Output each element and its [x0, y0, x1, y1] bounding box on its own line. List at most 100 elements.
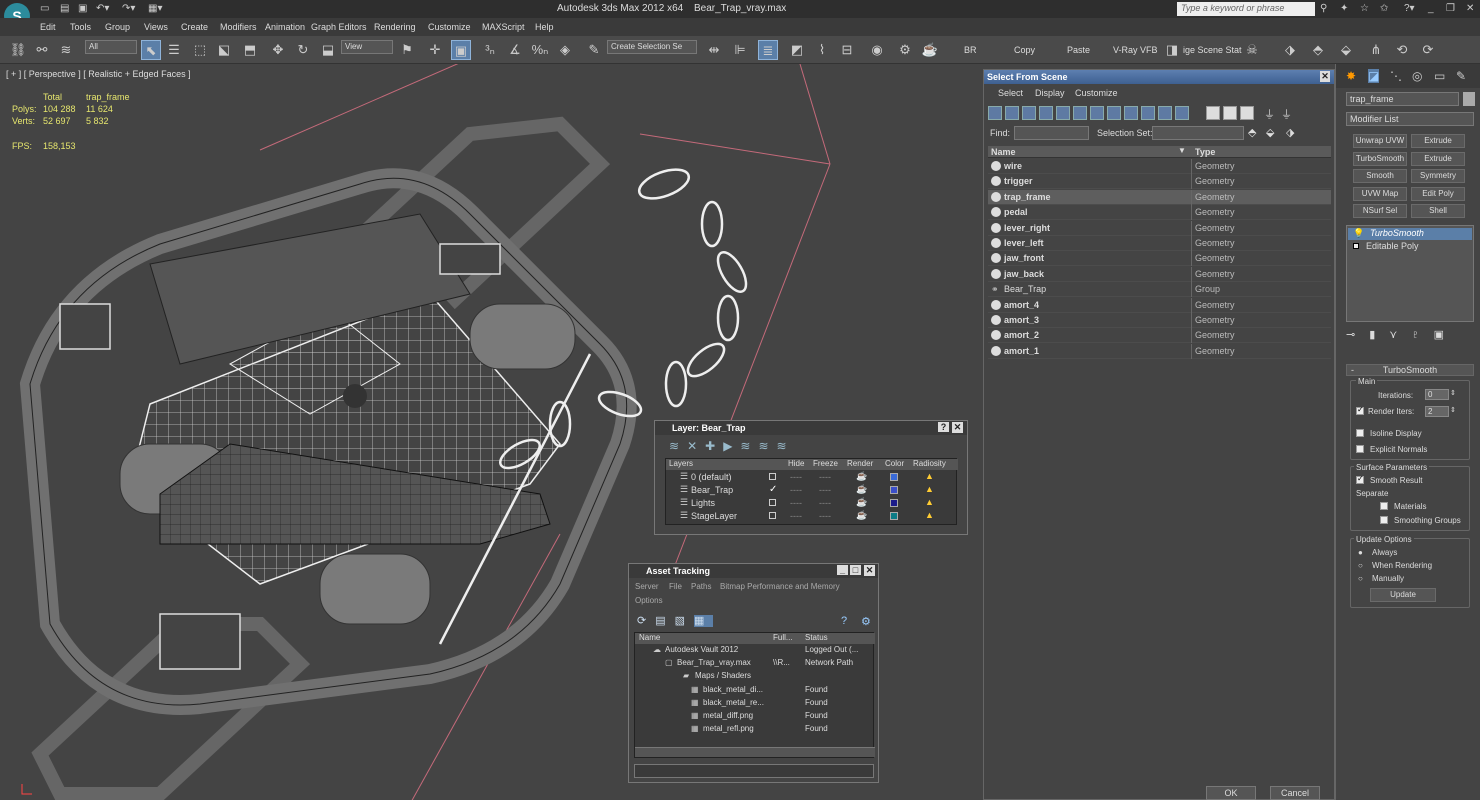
viewport-label[interactable]: [ + ] [ Perspective ] [ Realistic + Edge…	[6, 69, 191, 79]
modifier-button-symmetry[interactable]: Symmetry	[1411, 169, 1465, 183]
freeze-toggle[interactable]: ----	[819, 472, 831, 482]
layer-dialog[interactable]: Layer: Bear_Trap ? ✕ ≋✕✚▶≋≋≋ Layers Hide…	[654, 420, 968, 535]
bind-spacewarp-icon[interactable]: ≋	[56, 40, 76, 60]
sfs-row-trigger[interactable]: trigger Geometry	[988, 174, 1331, 190]
layer-select-icon[interactable]: ≋	[669, 439, 687, 453]
delete-layer-icon[interactable]: ✕	[687, 439, 705, 453]
scene-state-icon[interactable]: ◨	[1162, 40, 1182, 60]
settings-icon[interactable]: ⚙	[861, 615, 871, 628]
select-objects-icon[interactable]: ▶	[723, 439, 740, 453]
sfs-titlebar[interactable]: Select From Scene ✕	[984, 70, 1334, 84]
sfs-row-pedal[interactable]: pedal Geometry	[988, 205, 1331, 221]
asset-menu-bitmap[interactable]: Bitmap Performance and Memory	[720, 582, 840, 591]
move-icon[interactable]: ✥	[268, 40, 288, 60]
asset-menu-paths[interactable]: Paths	[691, 582, 711, 591]
asset-name[interactable]: Bear_Trap_vray.max	[677, 658, 751, 667]
render-teapot-icon[interactable]: ☕	[856, 497, 867, 508]
modifier-button-nsurf-sel[interactable]: NSurf Sel	[1353, 204, 1407, 218]
sfs-row-amort-3[interactable]: amort_3 Geometry	[988, 313, 1331, 328]
modifier-list-dropdown[interactable]: Modifier List	[1346, 112, 1474, 126]
help-icon[interactable]: ?	[841, 615, 847, 627]
spinner-arrows-icon[interactable]: ⇕	[1450, 406, 1456, 414]
pin-stack-icon[interactable]: ⊸	[1346, 329, 1369, 341]
menu-modifiers[interactable]: Modifiers	[220, 22, 257, 32]
display-all-icon[interactable]	[1206, 106, 1220, 120]
col-freeze[interactable]: Freeze	[813, 459, 838, 468]
sort-icon[interactable]: ⏚	[1281, 106, 1295, 121]
sfs-row-amort-1[interactable]: amort_1 Geometry	[988, 343, 1331, 359]
freeze-toggle[interactable]: ----	[819, 511, 831, 521]
spinner-arrows-icon[interactable]: ⇕	[1450, 389, 1456, 397]
edit-named-selection-icon[interactable]: ✎	[584, 40, 604, 60]
layer-manager-icon[interactable]: ≣	[758, 40, 778, 60]
reference-coordinate-dropdown[interactable]: View	[341, 40, 393, 54]
display-lights-icon[interactable]	[1022, 106, 1036, 120]
col-status[interactable]: Status	[805, 633, 828, 642]
asset-name[interactable]: metal_refl.png	[703, 724, 754, 733]
render-teapot-icon[interactable]: ☕	[920, 40, 940, 60]
save-icon[interactable]: ▣	[78, 3, 87, 14]
asset-list[interactable]: Name Full... Status ☁ Autodesk Vault 2012…	[634, 632, 875, 758]
modify-tab-icon[interactable]: ◪	[1368, 69, 1380, 83]
material-editor-icon[interactable]: ◉	[867, 40, 887, 60]
menu-group[interactable]: Group	[105, 22, 130, 32]
display-helpers-icon[interactable]	[1056, 106, 1070, 120]
percent-snap-icon[interactable]: %ₙ	[530, 40, 550, 60]
select-from-scene-dialog[interactable]: Select From Scene ✕ Select Display Custo…	[983, 69, 1335, 800]
scale-icon[interactable]: ⬓	[318, 40, 338, 60]
select-by-name-icon[interactable]: ☰	[164, 40, 184, 60]
minimize-icon[interactable]: _	[837, 565, 848, 575]
stack-toolbar[interactable]: ⊸▮⋎♇▣	[1346, 328, 1474, 342]
sfs-menu-display[interactable]: Display	[1035, 88, 1065, 98]
layer-dialog-titlebar[interactable]: Layer: Bear_Trap ? ✕	[655, 421, 967, 435]
sfs-row-amort-2[interactable]: amort_2 Geometry	[988, 328, 1331, 344]
menu-create[interactable]: Create	[181, 22, 208, 32]
always-radio[interactable]: ●	[1358, 548, 1363, 557]
create-tab-icon[interactable]: ✸	[1346, 69, 1356, 83]
close-icon[interactable]: ✕	[1320, 71, 1330, 82]
plugin-tool-1-icon[interactable]: ⬗	[1280, 40, 1300, 60]
project-icon[interactable]: ▦▾	[148, 3, 162, 14]
modifier-button-turbosmooth[interactable]: TurboSmooth	[1353, 151, 1407, 166]
menu-customize[interactable]: Customize	[428, 22, 471, 32]
maximize-icon[interactable]: □	[850, 565, 861, 575]
undo-icon[interactable]: ↶▾	[96, 3, 109, 14]
render-teapot-icon[interactable]: ☕	[856, 471, 867, 482]
asset-name[interactable]: metal_diff.png	[703, 711, 753, 720]
select-set-icon[interactable]: ⬘	[1248, 126, 1256, 139]
layer-name[interactable]: 0 (default)	[691, 472, 732, 482]
spinner-snap-icon[interactable]: ◈	[555, 40, 575, 60]
stack-item-turbosmooth[interactable]: TurboSmooth	[1348, 228, 1472, 240]
list-icon[interactable]: ▤	[655, 615, 674, 627]
filter-icon[interactable]: ⏚	[1264, 106, 1278, 121]
col-render[interactable]: Render	[847, 459, 873, 468]
asset-toolbar[interactable]: ⟳▤▧▦	[637, 614, 714, 627]
hide-all-icon[interactable]: ≋	[758, 439, 776, 453]
modifier-button-shell[interactable]: Shell	[1411, 204, 1465, 218]
update-button[interactable]: Update	[1370, 588, 1436, 602]
rect-region-icon[interactable]: ⬚	[190, 40, 210, 60]
radiosity-icon[interactable]: ▲	[925, 471, 934, 481]
object-name-field[interactable]: trap_frame	[1346, 92, 1459, 106]
display-bones-icon[interactable]	[1124, 106, 1138, 120]
select-object-icon[interactable]: ⬉	[141, 40, 161, 60]
freeze-toggle[interactable]: ----	[819, 498, 831, 508]
asset-name[interactable]: Maps / Shaders	[695, 671, 751, 680]
sfs-row-amort-4[interactable]: amort_4 Geometry	[988, 297, 1331, 313]
isoline-checkbox[interactable]	[1356, 429, 1364, 437]
menu-graph-editors[interactable]: Graph Editors	[311, 22, 367, 32]
layer-current-checkbox[interactable]	[769, 512, 776, 519]
sort-icon[interactable]: ▼	[1178, 146, 1186, 155]
smoothing-groups-checkbox[interactable]	[1380, 516, 1388, 524]
add-set-icon[interactable]: ⬙	[1266, 126, 1274, 139]
render-teapot-icon[interactable]: ☕	[856, 510, 867, 521]
render-setup-icon[interactable]: ⚙	[895, 40, 915, 60]
modifier-button-extrude[interactable]: Extrude	[1411, 151, 1465, 166]
cancel-button[interactable]: Cancel	[1270, 786, 1320, 800]
curve-editor-icon[interactable]: ⌇	[812, 40, 832, 60]
sfs-row-jaw-back[interactable]: jaw_back Geometry	[988, 266, 1331, 282]
selection-filter-dropdown[interactable]: All	[85, 40, 137, 54]
restore-icon[interactable]: ❐	[1446, 3, 1455, 14]
vray-vfb-button[interactable]: V-Ray VFB	[1113, 45, 1158, 55]
selection-set-dropdown[interactable]	[1152, 126, 1244, 140]
